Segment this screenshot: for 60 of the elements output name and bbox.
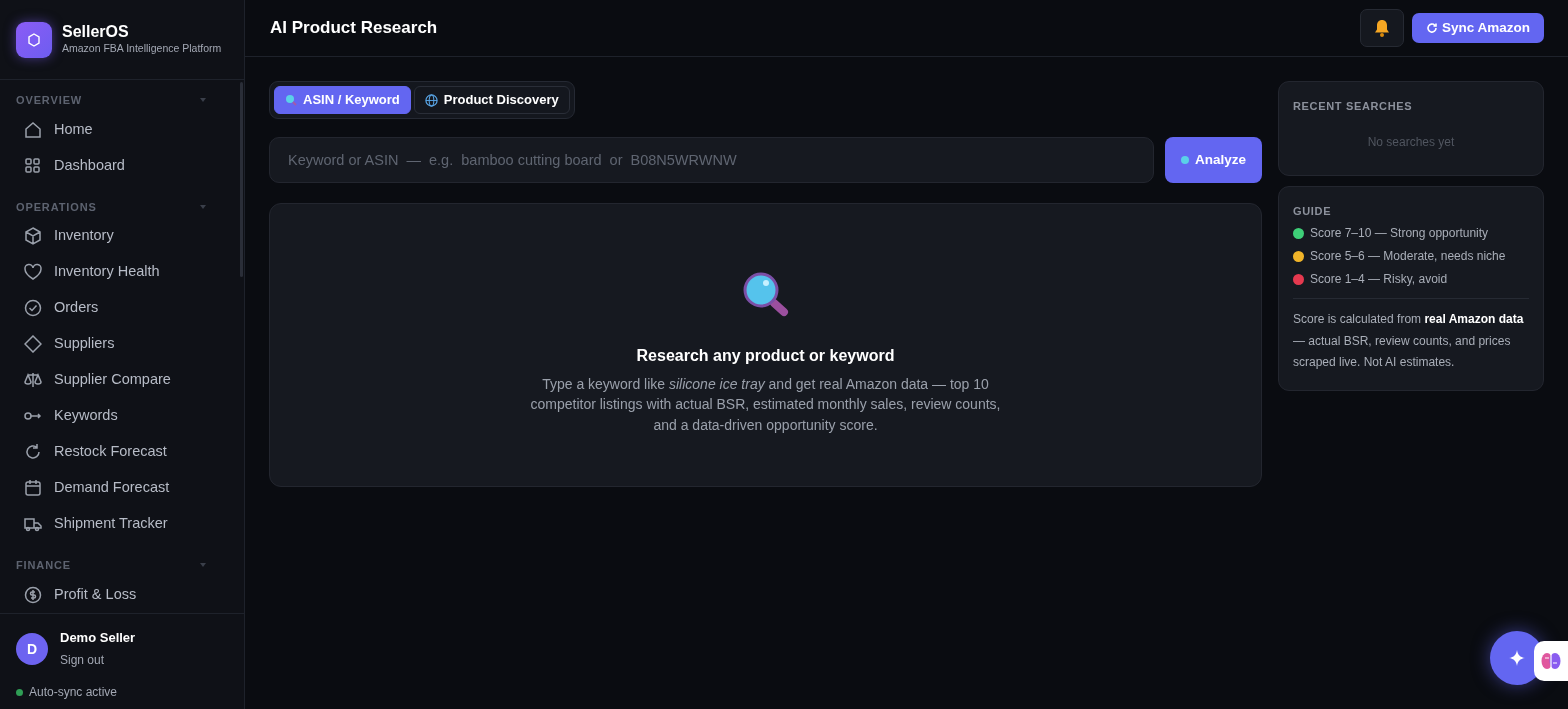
sparkle-icon <box>1509 650 1525 666</box>
sign-out-link[interactable]: Sign out <box>60 651 105 669</box>
magnifier-icon <box>742 272 789 318</box>
nav-item[interactable]: Inventory <box>0 219 234 253</box>
caret-icon[interactable] <box>200 204 206 209</box>
diamond-icon <box>24 335 42 353</box>
page-title: AI Product Research <box>270 17 438 39</box>
sync-amazon-button[interactable]: Sync Amazon <box>1411 13 1544 43</box>
globe-icon <box>424 93 438 107</box>
search-icon <box>285 94 297 106</box>
nav-item[interactable]: Dashboard <box>0 148 234 183</box>
grid-icon <box>24 156 42 175</box>
guide-item: Score 7–10 — Strong opportunity <box>1310 225 1489 242</box>
dot-icon <box>1180 156 1189 164</box>
app-name: SellerOS <box>62 22 130 42</box>
sync-status: Auto-sync active <box>29 684 118 701</box>
refresh-icon <box>24 443 42 461</box>
panel-title: GUIDE <box>1293 203 1333 219</box>
box-icon <box>24 227 42 245</box>
bell-icon <box>1373 19 1390 37</box>
nav-item[interactable]: Supplier Compare <box>0 363 234 397</box>
nav-item[interactable]: Keywords <box>0 399 234 433</box>
guide-item: Score 1–4 — Risky, avoid <box>1310 271 1448 288</box>
nav-item[interactable]: Home <box>0 112 234 147</box>
tab[interactable]: Product Discovery <box>413 86 570 114</box>
caret-icon[interactable] <box>200 98 206 103</box>
search-field[interactable]: Keyword or ASIN — e.g. bamboo cutting board or B08N5WRWNW <box>269 137 1154 183</box>
check-circle-icon <box>24 299 42 317</box>
calendar-icon <box>24 479 42 497</box>
empty-state-title: Research any product or keyword <box>636 346 895 366</box>
user-name: Demo Seller <box>60 628 136 647</box>
notifications-button[interactable] <box>1359 9 1404 47</box>
coin-icon <box>24 585 42 604</box>
home-icon <box>24 120 42 139</box>
section-heading: FINANCE <box>16 558 72 573</box>
empty-message: No searches yet <box>1366 133 1456 151</box>
section-heading: OPERATIONS <box>16 199 97 215</box>
section-heading: OVERVIEW <box>16 93 83 108</box>
heart-icon <box>24 263 42 281</box>
tab[interactable]: ASIN / Keyword <box>274 86 411 114</box>
refresh-icon <box>1425 22 1438 34</box>
nav-item[interactable]: Inventory Health <box>0 255 234 289</box>
nav-item[interactable]: Demand Forecast <box>0 471 234 505</box>
nav-item[interactable]: Shipment Tracker <box>0 507 234 541</box>
app-logo <box>16 21 52 58</box>
guide-item: Score 5–6 — Moderate, needs niche <box>1310 248 1506 265</box>
brain-icon[interactable] <box>1534 641 1568 681</box>
truck-icon <box>24 515 42 533</box>
nav-item[interactable]: Orders <box>0 291 234 325</box>
guide-note: Score is calculated from real Amazon data — actual BSR, review counts, and prices scraped live. Not AI estimates. <box>1293 298 1529 374</box>
caret-icon[interactable] <box>200 563 206 568</box>
analyze-button[interactable]: Analyze <box>1164 137 1262 183</box>
nav-item[interactable]: Suppliers <box>0 327 234 361</box>
scale-icon <box>24 371 42 389</box>
nav-item[interactable]: Restock Forecast <box>0 435 234 469</box>
nav-item[interactable]: Profit & Loss <box>0 577 234 612</box>
empty-state-text: Type a keyword like silicone ice tray and get real Amazon data — top 10 competitor listings with actual BSR, estimated monthly sales, review counts, and a data-driven opportunity score. <box>529 375 1002 435</box>
user-avatar: D <box>16 633 48 666</box>
app-tagline: Amazon FBA Intelligence Platform <box>62 41 222 57</box>
panel-title: RECENT SEARCHES <box>1293 99 1414 114</box>
